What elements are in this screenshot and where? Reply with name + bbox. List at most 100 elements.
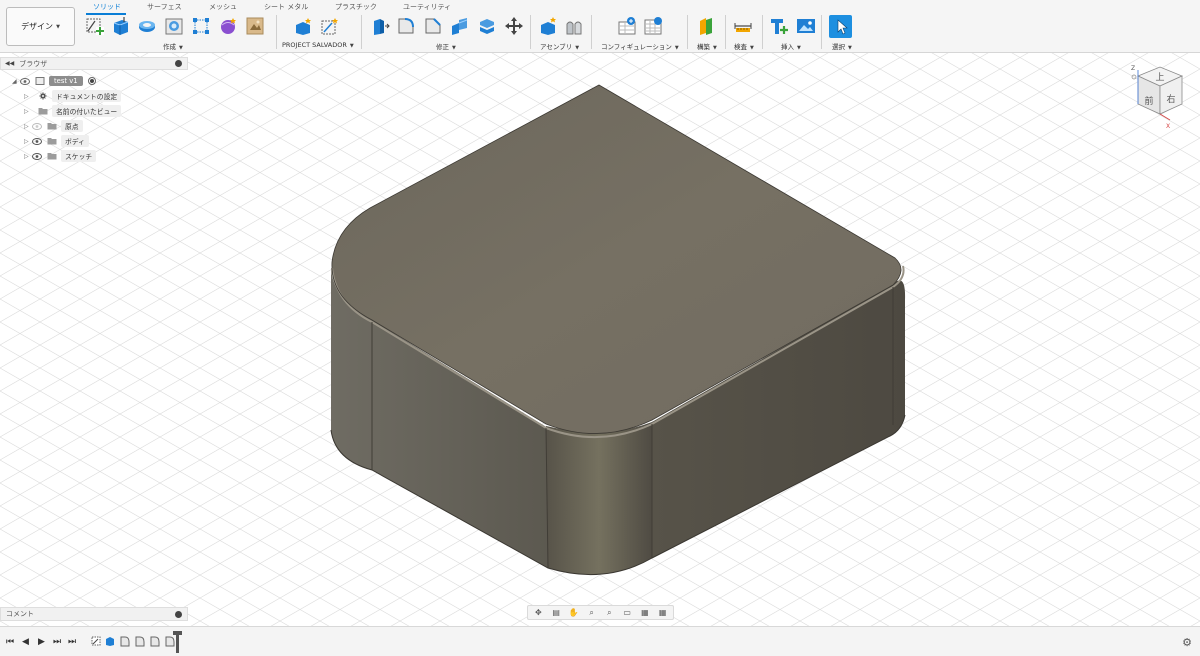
separator [361,15,362,49]
viewcube[interactable]: 上 前 右 Z X [1124,62,1194,130]
eye-icon[interactable] [32,137,44,145]
display-settings-icon[interactable]: ▭ [620,607,635,618]
expand-right-icon[interactable]: ▷ [24,123,32,130]
create-menu[interactable]: 作成 ▼ [163,41,183,51]
workspace-label: デザイン [21,22,54,31]
look-at-icon[interactable]: ▤ [549,607,564,618]
home-view-icon[interactable] [1131,74,1137,80]
tab-mesh[interactable]: メッシュ [209,2,237,14]
step-forward-icon[interactable]: ⏭ [53,637,61,647]
press-pull-icon[interactable] [370,16,390,36]
hole-icon[interactable] [164,16,184,36]
step-back-icon[interactable]: ◀ [22,637,29,647]
pan-hand-icon[interactable]: ✋ [567,607,582,618]
expand-down-icon[interactable]: ◢ [12,78,20,85]
zoom-window-icon[interactable]: ⌕ [584,607,599,618]
revolve-icon[interactable] [137,16,157,36]
construct-label: 構築 [697,43,710,51]
measure-icon[interactable] [733,16,753,36]
viewports-icon[interactable]: ▦ [655,607,670,618]
new-component-icon[interactable] [538,16,558,36]
extrude-icon[interactable] [110,16,130,36]
tab-sheet-metal[interactable]: シート メタル [264,2,308,14]
zoom-fit-icon[interactable]: ⌕ [602,607,617,618]
grid-settings-icon[interactable]: ▦ [638,607,653,618]
gear-icon[interactable]: ⚙ [1182,636,1192,649]
joint-icon[interactable] [564,16,584,36]
play-icon[interactable]: ▶ [38,637,45,647]
root-component-label[interactable]: test v1 [49,76,83,86]
browser-item-sketches[interactable]: ▷ スケッチ [24,150,97,162]
combine-icon[interactable] [477,16,497,36]
insert-canvas-icon[interactable] [796,16,816,36]
select-tool-icon[interactable] [829,15,852,38]
timeline-fillet-icon[interactable] [120,636,130,647]
add-comment-icon[interactable] [175,611,182,618]
folder-icon [47,122,57,130]
browser-title: ブラウザ [19,59,48,68]
chamfer-icon[interactable] [423,16,443,36]
project-salvador-menu[interactable]: PROJECT SALVADOR ▼ [282,41,354,49]
tab-surface[interactable]: サーフェス [147,2,182,14]
browser-root-row[interactable]: ◢ test v1 [12,75,96,87]
browser-item-document-settings[interactable]: ▷ ドキュメントの設定 [24,90,122,102]
viewport-canvas[interactable] [0,53,1200,626]
folder-icon [38,107,48,115]
activate-radio-icon[interactable] [87,77,96,85]
decal-icon[interactable] [245,16,265,36]
configure-rules-icon[interactable] [643,16,663,36]
orbit-icon[interactable]: ✥ [531,607,546,618]
workspace-switcher[interactable]: デザイン ▼ [6,7,75,46]
select-label: 選択 [832,43,845,51]
timeline-fillet-icon[interactable] [165,636,175,647]
browser-item-origin[interactable]: ▷ 原点 [24,120,83,132]
fillet-icon[interactable] [396,16,416,36]
shell-icon[interactable] [450,16,470,36]
fusion-app: デザイン ▼ ソリッド サーフェス メッシュ シート メタル プラスチック ユーテ… [0,0,1200,656]
configure-menu[interactable]: コンフィギュレーション ▼ [601,41,679,51]
assemble-label: アセンブリ [540,43,573,51]
comments-panel-header[interactable]: コメント [0,607,188,621]
timeline-marker[interactable] [176,633,179,653]
expand-right-icon[interactable]: ▷ [24,153,32,160]
z-axis-label: Z [1131,65,1135,72]
expand-right-icon[interactable]: ▷ [24,138,32,145]
folder-icon [47,152,57,160]
create-label: 作成 [163,43,176,51]
timeline-sketch-icon[interactable] [91,636,101,647]
collapse-icon[interactable]: ◀◀ [5,60,14,67]
expand-right-icon[interactable]: ▷ [24,93,32,100]
salvador-form-icon[interactable] [293,16,313,36]
assemble-menu[interactable]: アセンブリ ▼ [540,41,579,51]
modify-menu[interactable]: 修正 ▼ [436,41,456,51]
offset-plane-icon[interactable] [697,16,717,36]
inspect-menu[interactable]: 検査 ▼ [734,41,754,51]
salvador-sketch-icon[interactable] [320,16,340,36]
eye-icon[interactable] [20,77,32,85]
browser-item-named-views[interactable]: ▷ 名前の付いたビュー [24,105,122,117]
go-to-end-icon[interactable]: ⏭ [68,637,76,647]
insert-derive-icon[interactable] [769,16,789,36]
timeline-fillet-icon[interactable] [135,636,145,647]
tab-utilities[interactable]: ユーティリティ [403,2,451,14]
timeline-extrude-icon[interactable] [105,636,115,647]
chevron-down-icon: ▼ [56,23,60,30]
construct-menu[interactable]: 構築 ▼ [697,41,717,51]
insert-menu[interactable]: 挿入 ▼ [781,41,801,51]
timeline-fillet-icon[interactable] [150,636,160,647]
browser-item-bodies[interactable]: ▷ ボディ [24,135,89,147]
eye-hidden-icon[interactable] [32,122,44,130]
move-icon[interactable] [504,16,524,36]
go-to-start-icon[interactable]: ⏮ [6,637,14,647]
comments-title: コメント [6,610,34,618]
form-icon[interactable] [218,16,238,36]
create-sketch-icon[interactable] [85,16,105,36]
active-tab-indicator [86,13,126,15]
expand-right-icon[interactable]: ▷ [24,108,32,115]
eye-icon[interactable] [32,152,44,160]
tab-plastic[interactable]: プラスチック [335,2,377,14]
configure-table-icon[interactable] [617,16,637,36]
pin-icon[interactable] [175,60,182,67]
pattern-icon[interactable] [191,16,211,36]
select-menu[interactable]: 選択 ▼ [832,41,852,51]
